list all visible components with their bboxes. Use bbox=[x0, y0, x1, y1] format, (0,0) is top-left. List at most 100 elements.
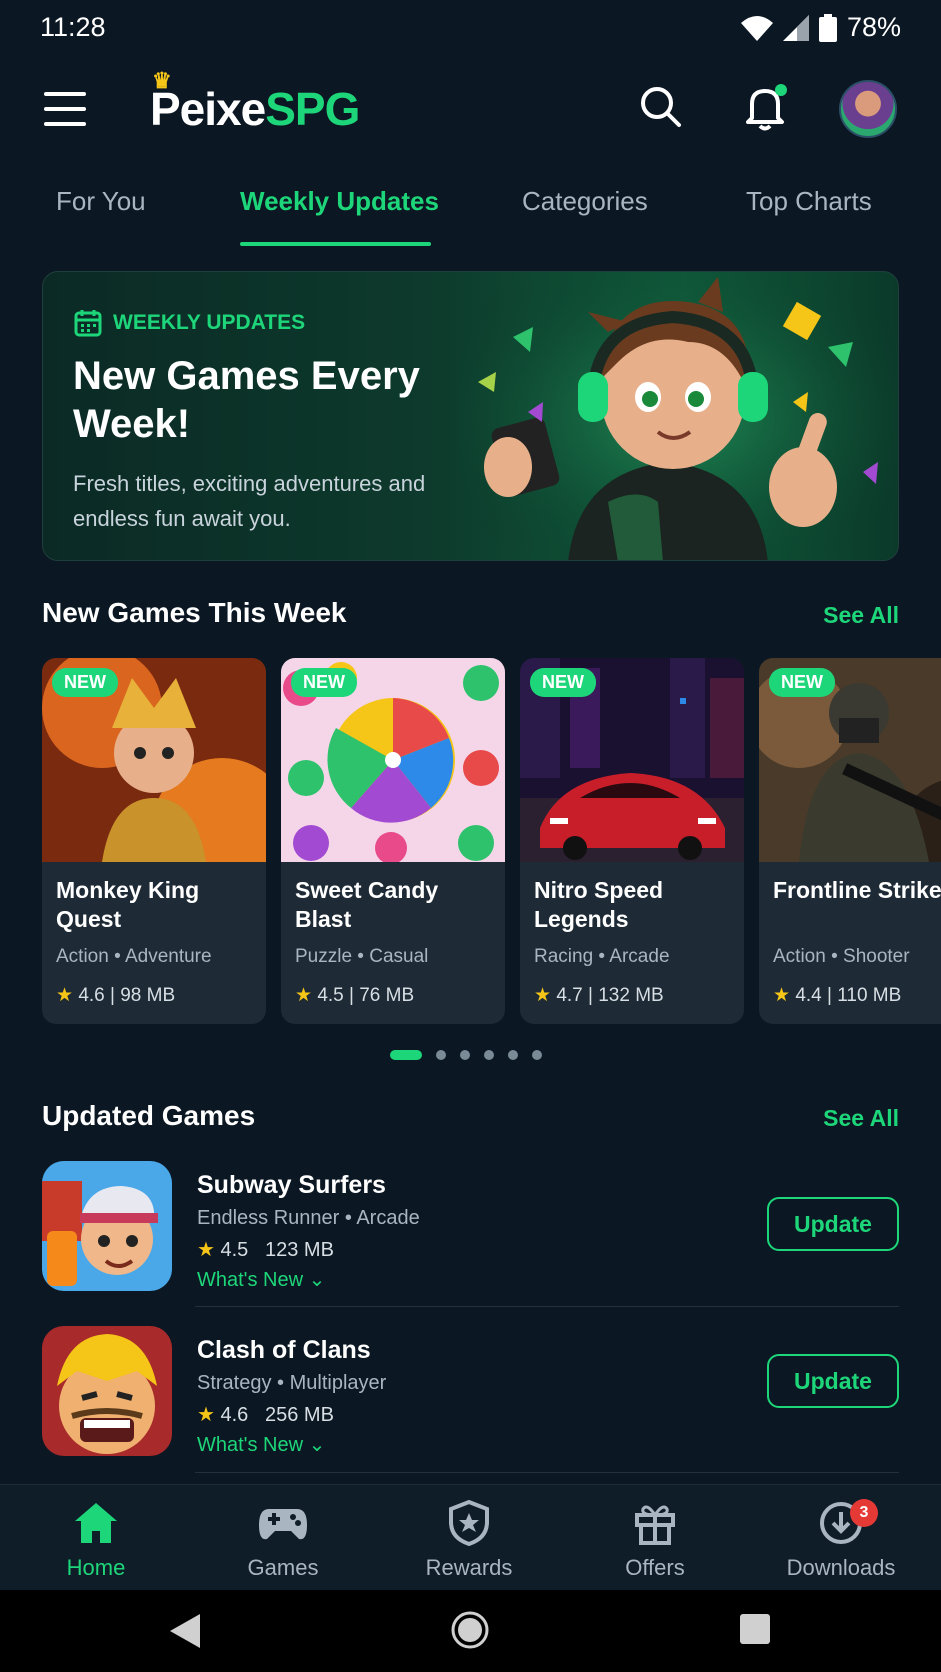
back-icon[interactable] bbox=[168, 1612, 202, 1650]
calendar-icon bbox=[74, 310, 102, 337]
star-icon: ★ bbox=[534, 985, 552, 1006]
game-card[interactable]: NEW Nitro Speed Legends Racing • Arcade … bbox=[520, 658, 744, 1024]
game-card-meta: ★ 4.6 | 98 MB bbox=[56, 984, 175, 1007]
nav-offers-label: Offers bbox=[625, 1555, 685, 1580]
game-rating: 4.5 bbox=[220, 1239, 249, 1261]
game-card-name: Nitro Speed Legends bbox=[534, 877, 664, 932]
nav-home-label: Home bbox=[66, 1555, 126, 1580]
shield-star-icon bbox=[449, 1500, 489, 1546]
battery-icon bbox=[818, 13, 837, 42]
menu-icon[interactable] bbox=[44, 92, 86, 126]
whats-new-toggle[interactable]: What's New ⌄ bbox=[197, 1432, 325, 1457]
tab-weekly-updates[interactable]: Weekly Updates bbox=[240, 186, 439, 217]
bell-icon[interactable] bbox=[740, 82, 790, 132]
whats-new-label: What's New bbox=[197, 1269, 304, 1291]
pagination-dot[interactable] bbox=[484, 1050, 494, 1060]
search-icon[interactable] bbox=[636, 82, 686, 132]
pagination-dot[interactable] bbox=[532, 1050, 542, 1060]
new-badge: NEW bbox=[530, 668, 596, 697]
game-card-meta: ★ 4.7 | 132 MB bbox=[534, 984, 664, 1007]
downloads-count-badge: 3 bbox=[850, 1499, 878, 1527]
updated-games-see-all[interactable]: See All bbox=[823, 1105, 899, 1132]
nav-rewards[interactable]: Rewards bbox=[394, 1499, 544, 1581]
game-meta: ★ 4.5 123 MB bbox=[197, 1237, 334, 1262]
home-system-icon[interactable] bbox=[450, 1610, 490, 1650]
gift-icon bbox=[635, 1505, 675, 1545]
game-card-rating-size: 4.4 | 110 MB bbox=[795, 985, 902, 1006]
divider bbox=[195, 1472, 899, 1473]
bottom-navigation: Home Games Rewards Offers 3 Downloads bbox=[0, 1484, 941, 1590]
crown-icon: ♛ bbox=[152, 68, 172, 93]
pagination-dot[interactable] bbox=[508, 1050, 518, 1060]
nav-home[interactable]: Home bbox=[21, 1499, 171, 1581]
pagination-dot[interactable] bbox=[436, 1050, 446, 1060]
app-logo[interactable]: ♛ PeixeSPG bbox=[150, 68, 360, 136]
chevron-down-icon: ⌄ bbox=[308, 1434, 326, 1456]
star-icon: ★ bbox=[56, 985, 74, 1006]
game-card-rating-size: 4.5 | 76 MB bbox=[317, 985, 415, 1006]
update-button[interactable]: Update bbox=[767, 1197, 899, 1251]
wifi-icon bbox=[740, 15, 773, 41]
status-time: 11:28 bbox=[40, 12, 106, 42]
star-icon: ★ bbox=[295, 985, 313, 1006]
pagination-dot[interactable] bbox=[460, 1050, 470, 1060]
game-card-genre: Action • Adventure bbox=[56, 946, 212, 967]
tab-bar: For You Weekly Updates Categories Top Ch… bbox=[0, 170, 941, 246]
game-size: 123 MB bbox=[264, 1239, 334, 1261]
status-icons: 78% bbox=[740, 12, 901, 43]
nav-games[interactable]: Games bbox=[208, 1499, 358, 1581]
carousel-pagination[interactable] bbox=[390, 1050, 542, 1060]
list-item[interactable]: Clash of Clans Strategy • Multiplayer ★ … bbox=[42, 1326, 899, 1476]
game-card[interactable]: NEW Monkey King Quest Action • Adventure… bbox=[42, 658, 266, 1024]
hero-character-illustration bbox=[458, 272, 898, 560]
status-bar: 11:28 78% bbox=[0, 0, 941, 56]
game-meta: ★ 4.6 256 MB bbox=[197, 1402, 334, 1427]
list-item[interactable]: Subway Surfers Endless Runner • Arcade ★… bbox=[42, 1161, 899, 1311]
updated-games-title: Updated Games bbox=[42, 1100, 256, 1131]
game-size: 256 MB bbox=[264, 1404, 334, 1426]
tab-categories[interactable]: Categories bbox=[522, 186, 648, 217]
game-card-name: Monkey King Quest bbox=[56, 877, 200, 932]
update-button[interactable]: Update bbox=[767, 1354, 899, 1408]
hero-badge-label: WEEKLY UPDATES bbox=[113, 311, 306, 334]
tab-top-charts[interactable]: Top Charts bbox=[746, 186, 872, 217]
game-genre: Strategy • Multiplayer bbox=[197, 1372, 387, 1394]
pagination-dot-active[interactable] bbox=[390, 1050, 422, 1060]
chevron-down-icon: ⌄ bbox=[308, 1269, 326, 1291]
hero-badge: WEEKLY UPDATES bbox=[73, 308, 305, 338]
new-games-carousel[interactable]: NEW Monkey King Quest Action • Adventure… bbox=[42, 658, 941, 1024]
star-icon: ★ bbox=[197, 1404, 215, 1426]
nav-games-label: Games bbox=[247, 1555, 319, 1580]
game-card-genre: Action • Shooter bbox=[773, 946, 910, 967]
avatar[interactable] bbox=[839, 80, 897, 138]
game-title: Clash of Clans bbox=[197, 1336, 371, 1364]
logo-text-green: SPG bbox=[265, 83, 360, 135]
game-card[interactable]: NEW Frontline Strike Action • Shooter ★ … bbox=[759, 658, 941, 1024]
new-badge: NEW bbox=[291, 668, 357, 697]
nav-rewards-label: Rewards bbox=[425, 1555, 513, 1580]
game-app-icon bbox=[42, 1326, 172, 1456]
star-icon: ★ bbox=[773, 985, 791, 1006]
game-app-icon bbox=[42, 1161, 172, 1291]
new-games-see-all[interactable]: See All bbox=[823, 602, 899, 629]
new-badge: NEW bbox=[769, 668, 835, 697]
new-games-title: New Games This Week bbox=[42, 597, 347, 628]
whats-new-toggle[interactable]: What's New ⌄ bbox=[197, 1267, 325, 1292]
game-card-name: Sweet Candy Blast bbox=[295, 877, 439, 932]
game-genre: Endless Runner • Arcade bbox=[197, 1207, 420, 1229]
nav-downloads[interactable]: 3 Downloads bbox=[766, 1499, 916, 1581]
game-card-meta: ★ 4.4 | 110 MB bbox=[773, 984, 901, 1007]
hero-title: New Games Every Week! bbox=[73, 354, 420, 446]
recents-icon[interactable] bbox=[738, 1612, 772, 1646]
app-header: ♛ PeixeSPG bbox=[0, 62, 941, 154]
hero-banner[interactable]: WEEKLY UPDATES New Games Every Week! Fre… bbox=[42, 271, 899, 561]
hero-subtitle: Fresh titles, exciting adventures and en… bbox=[73, 471, 426, 531]
new-badge: NEW bbox=[52, 668, 118, 697]
game-card-genre: Racing • Arcade bbox=[534, 946, 670, 967]
home-icon bbox=[75, 1503, 117, 1543]
nav-offers[interactable]: Offers bbox=[580, 1499, 730, 1581]
whats-new-label: What's New bbox=[197, 1434, 304, 1456]
system-navigation-bar bbox=[0, 1590, 941, 1672]
game-card[interactable]: NEW Sweet Candy Blast Puzzle • Casual ★ … bbox=[281, 658, 505, 1024]
tab-for-you[interactable]: For You bbox=[56, 186, 146, 217]
